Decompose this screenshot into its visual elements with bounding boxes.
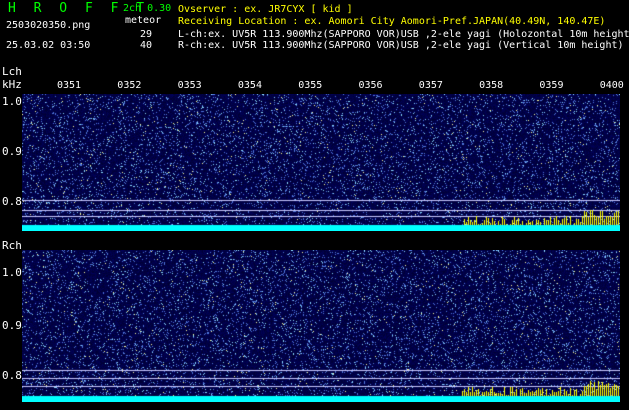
lch-ytick-2: 0.9 — [2, 145, 22, 158]
time-tick-0352: 0352 — [117, 80, 142, 91]
time-tick-0359: 0359 — [539, 80, 564, 91]
filename-label: 2503020350.png — [6, 20, 91, 31]
time-tick-0357: 0357 — [418, 80, 443, 91]
time-tick-0356: 0356 — [358, 80, 383, 91]
rch-spectrogram — [22, 250, 620, 402]
rch-label: Rch — [2, 239, 22, 252]
time-tick-0400: 0400 — [599, 80, 624, 91]
lch-unit-label: kHz — [2, 78, 22, 91]
lch-meteor-count: 29 — [140, 29, 153, 40]
time-tick-0358: 0358 — [479, 80, 504, 91]
observer-info: Ovserver : ex. JR7CYX [ kid ] — [178, 4, 353, 15]
version-label: 2ch 0.30 — [123, 3, 172, 14]
time-tick-0354: 0354 — [237, 80, 262, 91]
lch-ytick-1: 1.0 — [2, 95, 22, 108]
location-info: Receiving Location : ex. Aomori City Aom… — [178, 16, 606, 27]
rch-receiver-info: R-ch:ex. UV5R 113.900Mhz(SAPPORO VOR)USB… — [178, 40, 624, 51]
rch-meteor-count: 40 — [140, 40, 153, 51]
timestamp-label: 25.03.02 03:50 — [6, 40, 91, 51]
lch-receiver-info: L-ch:ex. UV5R 113.900Mhz(SAPPORO VOR)USB… — [178, 29, 629, 40]
lch-ytick-3: 0.8 — [2, 195, 22, 208]
lch-label: Lch — [2, 65, 22, 78]
time-tick-0353: 0353 — [177, 80, 202, 91]
rch-ytick-3: 0.8 — [2, 369, 22, 382]
rch-ytick-2: 0.9 — [2, 319, 22, 332]
lch-spectrogram — [22, 94, 620, 231]
rch-ytick-1: 1.0 — [2, 266, 22, 279]
time-tick-0351: 0351 — [57, 80, 82, 91]
meteor-label: meteor — [125, 15, 162, 26]
time-tick-0355: 0355 — [298, 80, 323, 91]
